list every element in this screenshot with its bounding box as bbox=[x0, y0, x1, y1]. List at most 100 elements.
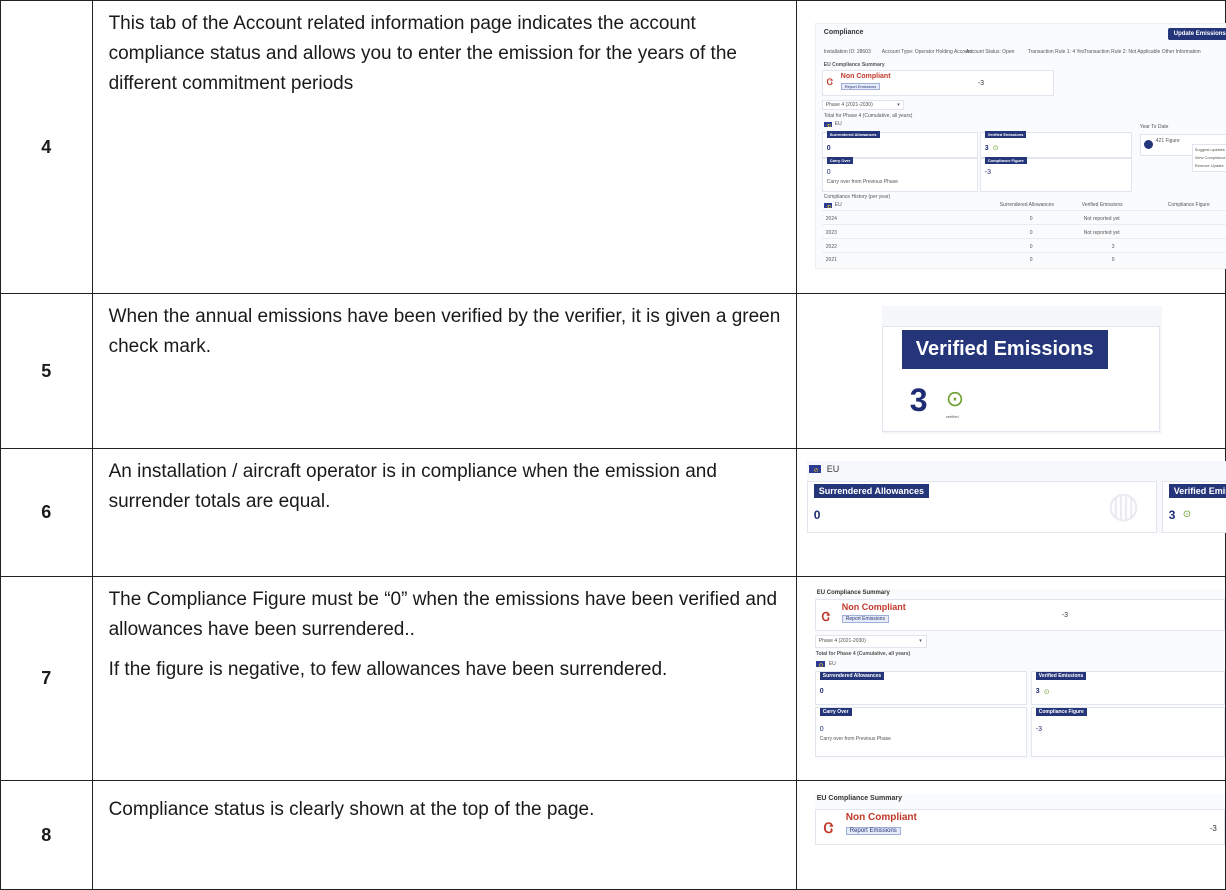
card-label: Carry Over bbox=[819, 708, 852, 716]
row-number: 5 bbox=[0, 293, 93, 449]
eu-flag-icon bbox=[823, 203, 832, 209]
carry-over-card: Carry Over 0 Carry over from Previous Ph… bbox=[814, 707, 1027, 757]
non-compliant-icon: Ꮳ bbox=[823, 820, 834, 836]
divider bbox=[821, 252, 1226, 253]
row-description: When the annual emissions have been veri… bbox=[91, 293, 797, 449]
info-bar-item: Account Status: Open bbox=[965, 49, 1015, 55]
surrendered-card: Surrendered Allowances 0 bbox=[821, 131, 978, 158]
phase-total-title: Total for Phase 4 (Cumulative, all years… bbox=[815, 651, 911, 657]
table-row: 5 When the annual emissions have been ve… bbox=[0, 293, 1226, 449]
status-card: Ꮳ Non Compliant Report Emissions -3 bbox=[821, 70, 1054, 96]
surrendered-label: Surrendered Allowances bbox=[813, 484, 929, 498]
menu-item[interactable]: View Compliance bbox=[1195, 155, 1226, 160]
row-screenshot: Verified Emissions 3 ⊙ verified bbox=[795, 293, 1226, 449]
summary-title: EU Compliance Summary bbox=[816, 795, 902, 802]
row-screenshot: Compliance Update Emissions Installation… bbox=[795, 0, 1226, 294]
info-bar-item: Other Information bbox=[1161, 49, 1201, 55]
card-value: 0 bbox=[819, 688, 824, 695]
card-label: Verified Emissions bbox=[984, 131, 1027, 138]
card-label: Carry Over bbox=[826, 157, 854, 164]
check-circle-icon: ⊙ bbox=[1043, 689, 1050, 696]
info-bar-item: Installation ID: 28603 bbox=[823, 49, 871, 55]
card-subtext: Carry over from Previous Phase bbox=[826, 179, 898, 185]
region-label: EU bbox=[828, 661, 836, 667]
status-card: Ꮳ Non Compliant Report Emissions -3 bbox=[814, 809, 1225, 845]
check-circle-icon: ⊙ bbox=[1182, 509, 1192, 520]
menu-item[interactable]: Remove Update bbox=[1195, 163, 1224, 168]
row-description: Compliance status is clearly shown at th… bbox=[91, 780, 797, 890]
surrendered-value: 0 bbox=[813, 508, 821, 522]
chevron-down-icon: ▾ bbox=[897, 102, 900, 108]
ytd-item: 421 Figure bbox=[1155, 138, 1180, 144]
history-surrendered: 0 bbox=[1029, 230, 1033, 236]
report-emissions-link[interactable]: Report Emissions bbox=[845, 827, 901, 835]
check-circle-icon: ⊙ bbox=[945, 386, 965, 411]
table-row: 6 An installation / aircraft operator is… bbox=[0, 448, 1226, 577]
compliance-status: Non Compliant bbox=[840, 73, 891, 80]
region-label: EU bbox=[834, 121, 842, 127]
card-label: Verified Emissions bbox=[1035, 672, 1087, 680]
history-surrendered: 0 bbox=[1029, 244, 1033, 250]
compliance-figure: -3 bbox=[977, 80, 984, 87]
report-emissions-link[interactable]: Report Emissions bbox=[840, 83, 881, 90]
history-surrendered: 0 bbox=[1029, 257, 1033, 263]
row-number: 6 bbox=[0, 448, 93, 577]
row-screenshot: EU Surrendered Allowances 0 ◍ Verified E… bbox=[795, 448, 1226, 577]
update-emissions-button[interactable]: Update Emissions bbox=[1167, 28, 1226, 40]
verified-label: Verified Emissions bbox=[901, 330, 1108, 369]
card-value: 3 bbox=[1035, 688, 1040, 695]
table-row: 4 This tab of the Account related inform… bbox=[0, 0, 1226, 294]
verified-card: Verified Emissions 3 ⊙ bbox=[979, 131, 1132, 158]
history-title: Compliance History (per year) bbox=[823, 194, 891, 200]
compliance-figure: -3 bbox=[1061, 612, 1068, 619]
history-column: Surrendered Allowances bbox=[999, 202, 1054, 208]
summary-title: EU Compliance Summary bbox=[816, 590, 890, 596]
summary-title: EU Compliance Summary bbox=[823, 62, 885, 68]
row-number: 4 bbox=[0, 0, 93, 294]
divider bbox=[821, 224, 1226, 225]
verified-value: 3 bbox=[909, 382, 928, 418]
verified-emissions-screenshot: Verified Emissions 3 ⊙ verified bbox=[881, 306, 1162, 434]
history-column: Compliance Figure bbox=[1167, 202, 1210, 208]
phase-select[interactable]: Phase 4 (2021-2030) ▾ bbox=[814, 635, 927, 648]
report-emissions-link[interactable]: Report Emissions bbox=[841, 615, 889, 623]
compliance-figure: -3 bbox=[1209, 824, 1217, 833]
menu-item[interactable]: Suggest updates bbox=[1195, 147, 1225, 152]
verified-label: Verified Emissions bbox=[1168, 484, 1226, 498]
info-bar-item: Transaction Rule 1: 4 Yes bbox=[1027, 49, 1085, 55]
history-column: Verified Emissions bbox=[1081, 202, 1123, 208]
row-screenshot: EU Compliance Summary Ꮳ Non Compliant Re… bbox=[795, 576, 1226, 781]
verified-card: Verified Emissions 3 ⊙ bbox=[1030, 671, 1225, 705]
compliance-status: Non Compliant bbox=[845, 812, 917, 823]
compliance-figure-card: Compliance Figure -3 bbox=[979, 157, 1132, 192]
compliance-status: Non Compliant bbox=[841, 602, 906, 612]
card-value: -3 bbox=[1035, 726, 1042, 733]
history-year: 2023 bbox=[825, 230, 837, 236]
card-label: Surrendered Allowances bbox=[819, 672, 885, 680]
history-surrendered: 0 bbox=[1029, 216, 1033, 222]
info-bar-item: Transaction Rule 2: Not Applicable bbox=[1083, 49, 1161, 55]
verified-subtext: verified bbox=[945, 414, 959, 419]
history-year: 2022 bbox=[825, 244, 837, 250]
avatar bbox=[1143, 140, 1153, 149]
history-column: EU bbox=[834, 202, 842, 208]
history-emissions: Not reported yet bbox=[1083, 230, 1120, 236]
history-emissions: 3 bbox=[1111, 244, 1115, 250]
row-screenshot: EU Compliance Summary Ꮳ Non Compliant Re… bbox=[795, 780, 1226, 890]
phase-select[interactable]: Phase 4 (2021-2030) ▾ bbox=[821, 100, 904, 110]
table-row: 7 The Compliance Figure must be “0” when… bbox=[0, 576, 1226, 781]
eu-flag-icon bbox=[808, 465, 821, 473]
info-bar-item: Account Type: Operator Holding Account bbox=[881, 49, 973, 55]
verified-value: 3 bbox=[1168, 508, 1176, 522]
history-emissions: 0 bbox=[1111, 257, 1115, 263]
check-circle-icon: ⊙ bbox=[992, 145, 999, 152]
status-card: Ꮳ Non Compliant Report Emissions -3 bbox=[814, 599, 1225, 631]
card-label: Compliance Figure bbox=[984, 157, 1027, 164]
row-number: 7 bbox=[0, 576, 93, 781]
compliance-tab-screenshot: Compliance Update Emissions Installation… bbox=[814, 23, 1226, 269]
card-subtext: Carry over from Previous Phase bbox=[819, 736, 891, 742]
card-value: 3 bbox=[984, 145, 989, 152]
row-description: The Compliance Figure must be “0” when t… bbox=[91, 576, 797, 781]
instruction-table: 4 This tab of the Account related inform… bbox=[0, 0, 1226, 890]
region-label: EU bbox=[826, 464, 840, 474]
